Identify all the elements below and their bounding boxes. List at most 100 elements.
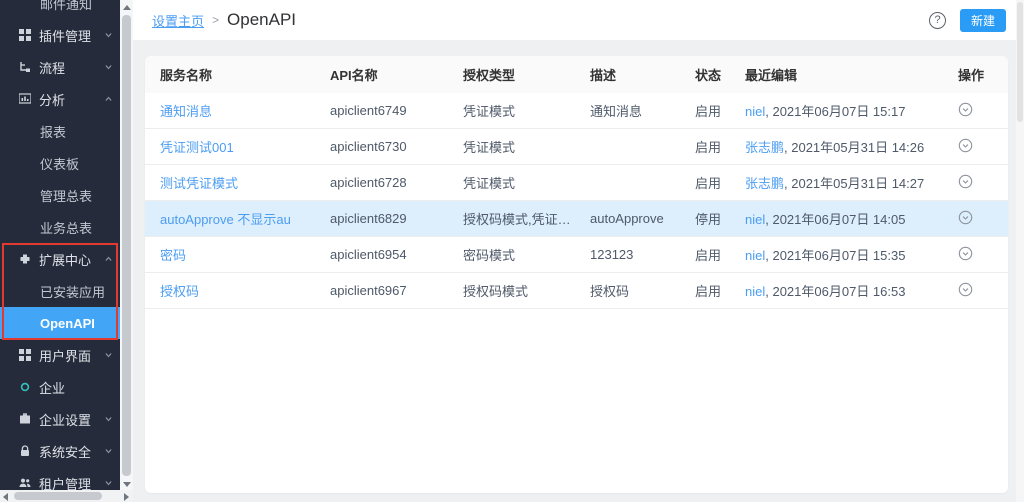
sidebar-item-enterprise-settings[interactable]: 企业设置 bbox=[0, 403, 120, 435]
sidebar-item-reports[interactable]: 报表 bbox=[0, 115, 120, 147]
row-actions-button[interactable] bbox=[958, 246, 973, 261]
actions-cell bbox=[958, 246, 1008, 264]
row-actions-button[interactable] bbox=[958, 102, 973, 117]
sidebar-item-label: 流程 bbox=[39, 58, 65, 77]
description-cell: 123123 bbox=[590, 247, 695, 262]
sidebar-item-workflow[interactable]: 流程 bbox=[0, 51, 120, 83]
chevron-up-icon bbox=[104, 95, 113, 104]
chevron-down-icon bbox=[104, 31, 113, 40]
service-name-link[interactable]: 密码 bbox=[160, 248, 186, 263]
last-edited-cell: 张志鹏, 2021年05月31日 14:26 bbox=[745, 137, 958, 156]
sidebar-item-installed-apps[interactable]: 已安装应用 bbox=[0, 275, 120, 307]
table-row[interactable]: autoApprove 不显示auapiclient6829授权码模式,凭证模式… bbox=[145, 201, 1008, 237]
column-header: API名称 bbox=[330, 65, 463, 84]
service-name-link[interactable]: 通知消息 bbox=[160, 104, 212, 119]
vertical-scroll-thumb[interactable] bbox=[122, 15, 131, 476]
status-cell: 启用 bbox=[695, 173, 745, 192]
service-name-cell: 凭证测试001 bbox=[160, 137, 330, 156]
sidebar-item-mail-notification[interactable]: 邮件通知 bbox=[0, 0, 120, 19]
scroll-right-arrow-icon[interactable] bbox=[124, 493, 129, 501]
sidebar-item-openapi[interactable]: OpenAPI bbox=[0, 307, 120, 339]
auth-type-cell: 凭证模式 bbox=[463, 173, 590, 192]
editor-link[interactable]: niel bbox=[745, 104, 765, 119]
sidebar-item-label: 企业 bbox=[39, 378, 65, 397]
breadcrumb: 设置主页 > OpenAPI bbox=[152, 10, 296, 30]
row-actions-button[interactable] bbox=[958, 174, 973, 189]
sidebar-item-extension-center[interactable]: 扩展中心 bbox=[0, 243, 120, 275]
sidebar-item-dashboard[interactable]: 仪表板 bbox=[0, 147, 120, 179]
scroll-up-arrow-icon[interactable] bbox=[123, 5, 131, 10]
sidebar-item-plugin-management[interactable]: 插件管理 bbox=[0, 19, 120, 51]
editor-link[interactable]: niel bbox=[745, 212, 765, 227]
sidebar-nav: 邮件通知插件管理流程分析报表仪表板管理总表业务总表扩展中心已安装应用 OpenAP… bbox=[0, 0, 120, 499]
main-vertical-scrollbar[interactable] bbox=[1016, 0, 1024, 502]
actions-cell bbox=[958, 138, 1008, 156]
circle-icon bbox=[18, 381, 31, 394]
help-icon[interactable]: ? bbox=[929, 12, 946, 29]
table-row[interactable]: 凭证测试001apiclient6730凭证模式启用张志鹏, 2021年05月3… bbox=[145, 129, 1008, 165]
status-cell: 启用 bbox=[695, 245, 745, 264]
edited-date: , 2021年06月07日 15:17 bbox=[765, 104, 905, 119]
horizontal-scroll-thumb[interactable] bbox=[14, 492, 102, 500]
workflow-icon bbox=[18, 61, 31, 74]
sidebar-item-user-interface[interactable]: 用户界面 bbox=[0, 339, 120, 371]
table-row[interactable]: 测试凭证模式apiclient6728凭证模式启用张志鹏, 2021年05月31… bbox=[145, 165, 1008, 201]
lock-icon bbox=[18, 445, 31, 458]
chevron-up-icon bbox=[104, 255, 113, 264]
scroll-left-arrow-icon[interactable] bbox=[3, 493, 8, 501]
edited-date: , 2021年06月07日 14:05 bbox=[765, 212, 905, 227]
chevron-down-icon bbox=[104, 447, 113, 456]
column-header: 描述 bbox=[590, 65, 695, 84]
table-row[interactable]: 通知消息apiclient6749凭证模式通知消息启用niel, 2021年06… bbox=[145, 93, 1008, 129]
scroll-down-arrow-icon[interactable] bbox=[123, 482, 131, 487]
row-actions-button[interactable] bbox=[958, 282, 973, 297]
description-cell: 通知消息 bbox=[590, 101, 695, 120]
editor-link[interactable]: niel bbox=[745, 284, 765, 299]
edited-date: , 2021年06月07日 16:53 bbox=[765, 284, 905, 299]
main-scroll-thumb[interactable] bbox=[1017, 2, 1023, 122]
table-row[interactable]: 授权码apiclient6967授权码模式授权码启用niel, 2021年06月… bbox=[145, 273, 1008, 309]
sidebar-item-system-security[interactable]: 系统安全 bbox=[0, 435, 120, 467]
sidebar-item-enterprise[interactable]: 企业 bbox=[0, 371, 120, 403]
api-name-cell: apiclient6954 bbox=[330, 247, 463, 262]
row-actions-button[interactable] bbox=[958, 138, 973, 153]
row-actions-button[interactable] bbox=[958, 210, 973, 225]
table-row[interactable]: 密码apiclient6954密码模式123123启用niel, 2021年06… bbox=[145, 237, 1008, 273]
edited-date: , 2021年05月31日 14:27 bbox=[784, 176, 924, 191]
sidebar-item-management-summary[interactable]: 管理总表 bbox=[0, 179, 120, 211]
auth-type-cell: 授权码模式,凭证模式 bbox=[463, 209, 590, 228]
chevron-down-icon bbox=[104, 63, 113, 72]
last-edited-cell: 张志鹏, 2021年05月31日 14:27 bbox=[745, 173, 958, 192]
breadcrumb-settings-home-link[interactable]: 设置主页 bbox=[152, 11, 204, 30]
create-button[interactable]: 新建 bbox=[960, 9, 1006, 32]
column-header: 状态 bbox=[695, 65, 745, 84]
service-name-link[interactable]: 测试凭证模式 bbox=[160, 176, 238, 191]
last-edited-cell: niel, 2021年06月07日 15:35 bbox=[745, 245, 958, 264]
column-header: 最近编辑 bbox=[745, 65, 958, 84]
sidebar-item-label: 已安装应用 bbox=[40, 282, 105, 301]
chevron-down-icon bbox=[104, 415, 113, 424]
sidebar-horizontal-scrollbar[interactable] bbox=[0, 490, 133, 502]
sidebar-item-label: 系统安全 bbox=[39, 442, 91, 461]
sidebar-item-label: 管理总表 bbox=[40, 186, 92, 205]
sidebar-item-analysis[interactable]: 分析 bbox=[0, 83, 120, 115]
service-name-link[interactable]: 凭证测试001 bbox=[160, 140, 234, 155]
service-name-link[interactable]: 授权码 bbox=[160, 284, 199, 299]
table-body: 通知消息apiclient6749凭证模式通知消息启用niel, 2021年06… bbox=[145, 93, 1008, 309]
main-content: 设置主页 > OpenAPI ? 新建 服务名称API名称授权类型描述状态最近编… bbox=[133, 0, 1024, 502]
sidebar-vertical-scrollbar[interactable] bbox=[120, 0, 133, 490]
status-cell: 启用 bbox=[695, 101, 745, 120]
actions-cell bbox=[958, 282, 1008, 300]
api-name-cell: apiclient6749 bbox=[330, 103, 463, 118]
editor-link[interactable]: niel bbox=[745, 248, 765, 263]
column-header: 授权类型 bbox=[463, 65, 590, 84]
editor-link[interactable]: 张志鹏 bbox=[745, 176, 784, 191]
editor-link[interactable]: 张志鹏 bbox=[745, 140, 784, 155]
sidebar-item-label: OpenAPI bbox=[40, 316, 95, 331]
service-name-link[interactable]: autoApprove 不显示au bbox=[160, 212, 291, 227]
sidebar-item-business-summary[interactable]: 业务总表 bbox=[0, 211, 120, 243]
status-cell: 启用 bbox=[695, 137, 745, 156]
sidebar-item-label: 扩展中心 bbox=[39, 250, 91, 269]
edited-date: , 2021年06月07日 15:35 bbox=[765, 248, 905, 263]
auth-type-cell: 凭证模式 bbox=[463, 137, 590, 156]
